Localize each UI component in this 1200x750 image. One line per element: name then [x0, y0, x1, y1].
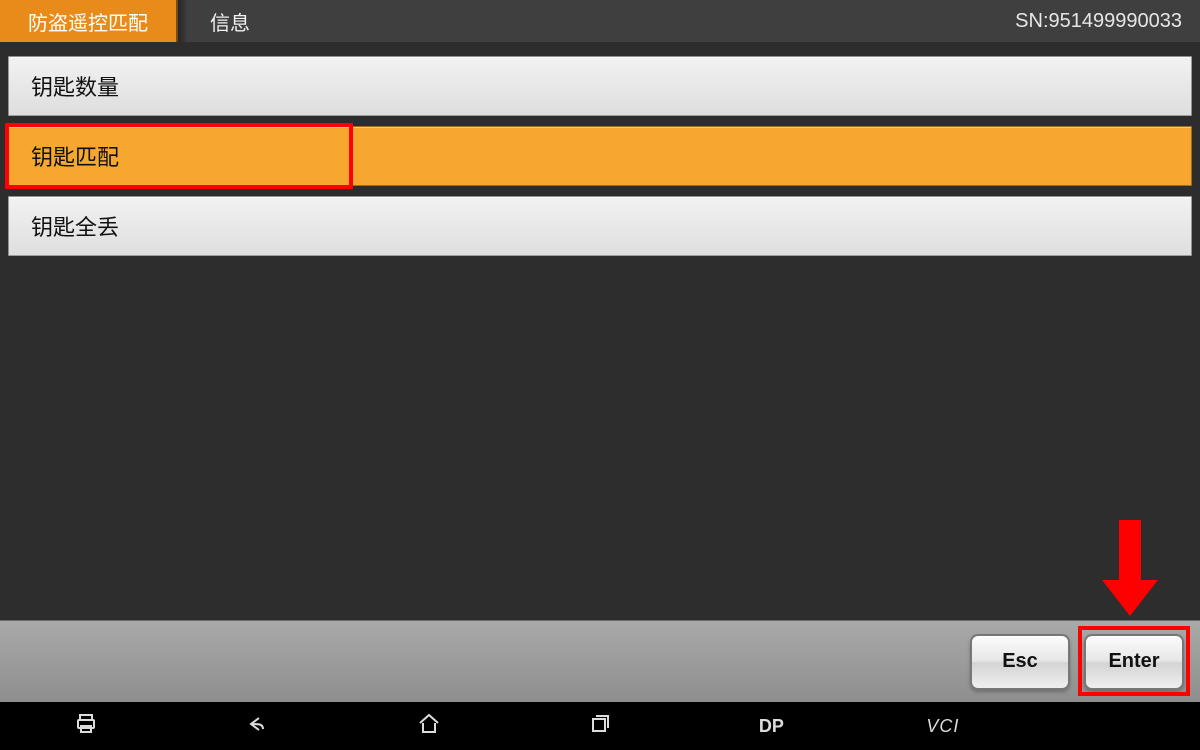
- header-function-title: 防盗遥控匹配: [0, 0, 178, 42]
- section-title-text: 信息: [210, 13, 250, 35]
- printer-icon: [74, 712, 98, 741]
- nav-recent[interactable]: [514, 702, 685, 750]
- esc-button-label: Esc: [1002, 650, 1038, 673]
- nav-empty: [1029, 702, 1200, 750]
- nav-dp[interactable]: DP: [686, 702, 857, 750]
- serial-number: SN:951499990033: [1015, 10, 1200, 33]
- enter-button-label: Enter: [1108, 650, 1159, 673]
- menu-item-label: 钥匙匹配: [31, 140, 119, 172]
- esc-button[interactable]: Esc: [970, 634, 1070, 690]
- enter-button[interactable]: Enter: [1084, 634, 1184, 690]
- function-title-text: 防盗遥控匹配: [28, 7, 148, 36]
- menu-item-label: 钥匙全丢: [31, 210, 119, 242]
- menu-item-all-keys-lost[interactable]: 钥匙全丢: [8, 196, 1192, 256]
- menu-list: 钥匙数量 钥匙匹配 钥匙全丢: [0, 56, 1200, 256]
- back-icon: [245, 712, 269, 741]
- vci-label: VCI: [926, 716, 959, 737]
- home-icon: [417, 712, 441, 741]
- dp-label: DP: [759, 716, 784, 737]
- menu-item-key-matching[interactable]: 钥匙匹配: [8, 126, 1192, 186]
- nav-print[interactable]: [0, 702, 171, 750]
- serial-number-text: SN:951499990033: [1015, 10, 1182, 32]
- header-section-title: 信息: [188, 7, 250, 36]
- nav-vci[interactable]: VCI: [857, 702, 1028, 750]
- nav-back[interactable]: [171, 702, 342, 750]
- header-bar: 防盗遥控匹配 信息 SN:951499990033: [0, 0, 1200, 42]
- system-nav-bar: DP VCI: [0, 702, 1200, 750]
- main-body: 钥匙数量 钥匙匹配 钥匙全丢: [0, 42, 1200, 620]
- recent-apps-icon: [588, 712, 612, 741]
- menu-item-label: 钥匙数量: [31, 70, 119, 102]
- action-bar: Esc Enter: [0, 620, 1200, 702]
- header-divider: [178, 0, 188, 42]
- menu-item-key-quantity[interactable]: 钥匙数量: [8, 56, 1192, 116]
- nav-home[interactable]: [343, 702, 514, 750]
